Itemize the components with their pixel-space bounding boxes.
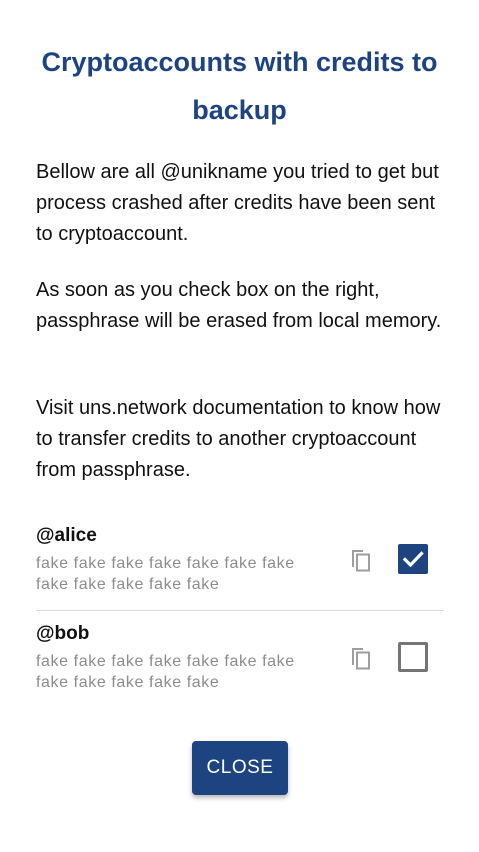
backup-done-checkbox[interactable] [398, 642, 428, 672]
copy-icon [352, 550, 370, 572]
dialog-title: Cryptoaccounts with credits to backup [41, 47, 438, 125]
account-name: @bob [36, 623, 90, 644]
close-button[interactable]: CLOSE [192, 741, 288, 795]
account-name: @alice [36, 525, 97, 546]
backup-dialog: Cryptoaccounts with credits to backup Be… [0, 0, 479, 852]
copy-passphrase-button[interactable] [348, 644, 374, 672]
copy-passphrase-button[interactable] [348, 546, 374, 574]
account-passphrase: fake fake fake fake fake fake fake fake … [36, 555, 295, 593]
erase-warning-paragraph: As soon as you check box on the right, p… [36, 279, 442, 332]
account-item-bob: @bob fake fake fake fake fake fake fake … [36, 620, 444, 708]
backup-done-checkbox[interactable] [398, 544, 428, 574]
account-passphrase: fake fake fake fake fake fake fake fake … [36, 653, 295, 691]
copy-icon [352, 648, 370, 670]
check-icon [402, 551, 424, 568]
intro-paragraph: Bellow are all @unikname you tried to ge… [36, 161, 439, 245]
account-item-alice: @alice fake fake fake fake fake fake fak… [36, 522, 444, 611]
documentation-paragraph: Visit uns.network documentation to know … [36, 397, 441, 481]
